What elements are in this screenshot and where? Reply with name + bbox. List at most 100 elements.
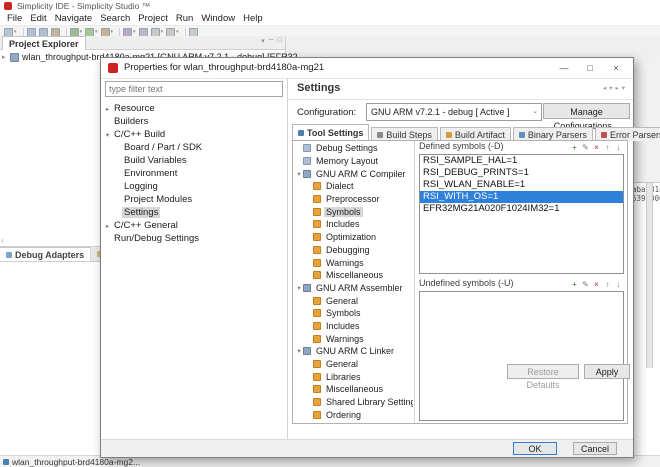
expand-icon[interactable]: ▸ <box>2 53 10 61</box>
tree-item-debug-settings[interactable]: Debug Settings <box>293 142 413 155</box>
move-down-icon[interactable]: ↓ <box>614 142 623 153</box>
tree-item-preprocessor[interactable]: Preprocessor <box>293 193 413 206</box>
tree-item-c-c-general[interactable]: ▸C/C++ General <box>101 219 287 232</box>
menu-run[interactable]: Run <box>172 13 197 24</box>
symbol-item-rsi-sample-hal-1[interactable]: RSI_SAMPLE_HAL=1 <box>420 155 623 167</box>
move-down-icon[interactable]: ↓ <box>614 279 623 290</box>
menu-edit[interactable]: Edit <box>26 13 50 24</box>
menu-file[interactable]: File <box>3 13 26 24</box>
edit-icon[interactable]: ✎ <box>581 279 590 290</box>
tree-item-dialect[interactable]: Dialect <box>293 180 413 193</box>
apply-button[interactable]: Apply <box>584 364 630 379</box>
view-menu-icon[interactable]: ▾ <box>261 37 265 45</box>
symbol-item-efr32mg21a020f1024im32-1[interactable]: EFR32MG21A020F1024IM32=1 <box>420 203 623 215</box>
undefined-symbols-list[interactable] <box>419 291 624 421</box>
tree-item-c-c-build[interactable]: ▾C/C++ Build <box>101 128 287 141</box>
cancel-button[interactable]: Cancel <box>573 442 617 455</box>
add-icon[interactable]: + <box>570 279 579 290</box>
delete-icon[interactable]: × <box>592 279 601 290</box>
defined-symbols-list[interactable]: RSI_SAMPLE_HAL=1RSI_DEBUG_PRINTS=1RSI_WL… <box>419 154 624 274</box>
tree-item-includes[interactable]: Includes <box>293 320 413 333</box>
editor-scrollbar[interactable] <box>646 183 653 368</box>
delete-icon[interactable]: × <box>592 142 601 153</box>
tree-item-gnu-arm-assembler[interactable]: ▾GNU ARM Assembler <box>293 282 413 295</box>
tree-item-label: C/C++ General <box>112 220 180 231</box>
configuration-select[interactable]: GNU ARM v7.2.1 - debug [ Active ] ⌄ <box>366 103 542 121</box>
menu-window[interactable]: Window <box>197 13 239 24</box>
ok-button[interactable]: OK <box>513 442 557 455</box>
symbol-item-rsi-wlan-enable-1[interactable]: RSI_WLAN_ENABLE=1 <box>420 179 623 191</box>
tree-item-libraries[interactable]: Libraries <box>293 370 413 383</box>
back-icon[interactable]: ◂ <box>603 84 606 92</box>
manage-configurations-button[interactable]: Manage Configurations... <box>543 103 630 119</box>
minimize-icon[interactable]: ─ <box>269 37 274 45</box>
expand-icon[interactable]: ▸ <box>103 105 112 113</box>
dialog-title: Properties for wlan_throughput-brd4180a-… <box>124 62 324 73</box>
tab-debug-adapters[interactable]: Debug Adapters <box>0 247 91 261</box>
tree-item-symbols[interactable]: Symbols <box>293 307 413 320</box>
tree-item-warnings[interactable]: Warnings <box>293 332 413 345</box>
expand-icon[interactable]: ▸ <box>103 222 112 230</box>
maximize-icon[interactable]: □ <box>278 37 282 45</box>
restore-defaults-button[interactable]: Restore Defaults <box>507 364 579 379</box>
tree-item-ordering[interactable]: Ordering <box>293 408 413 421</box>
tree-item-label: Preprocessor <box>324 194 382 204</box>
tree-item-symbols[interactable]: Symbols <box>293 205 413 218</box>
move-up-icon[interactable]: ↑ <box>603 279 612 290</box>
tool-tree-divider[interactable] <box>414 141 415 423</box>
tree-item-builders[interactable]: Builders <box>101 115 287 128</box>
chevron-down-icon: ▾ <box>176 29 179 35</box>
forward-icon[interactable]: ▸ <box>615 84 618 92</box>
filter-input[interactable] <box>105 81 283 97</box>
tab-project-explorer[interactable]: Project Explorer <box>2 36 86 50</box>
tree-item-general[interactable]: General <box>293 358 413 371</box>
menu-search[interactable]: Search <box>96 13 134 24</box>
tree-item-build-variables[interactable]: Build Variables <box>101 154 287 167</box>
tab-build-artifact[interactable]: Build Artifact <box>440 127 511 141</box>
tree-item-project-modules[interactable]: Project Modules <box>101 193 287 206</box>
leaf-icon <box>313 220 321 228</box>
menu-navigate[interactable]: Navigate <box>51 13 97 24</box>
back-menu-icon[interactable]: ▾ <box>609 84 612 92</box>
tree-item-optimization[interactable]: Optimization <box>293 231 413 244</box>
tree-item-shared-library-settings[interactable]: Shared Library Settings <box>293 396 413 409</box>
tree-item-miscellaneous[interactable]: Miscellaneous <box>293 269 413 282</box>
tree-item-gnu-arm-c-compiler[interactable]: ▾GNU ARM C Compiler <box>293 167 413 180</box>
tree-item-debugging[interactable]: Debugging <box>293 244 413 257</box>
tree-item-miscellaneous[interactable]: Miscellaneous <box>293 383 413 396</box>
page-icon <box>303 144 311 152</box>
tree-item-settings[interactable]: Settings <box>101 206 287 219</box>
symbol-item-rsi-debug-prints-1[interactable]: RSI_DEBUG_PRINTS=1 <box>420 167 623 179</box>
tree-item-warnings[interactable]: Warnings <box>293 256 413 269</box>
move-up-icon[interactable]: ↑ <box>603 142 612 153</box>
tab-tool-settings[interactable]: Tool Settings <box>292 124 369 141</box>
dialog-titlebar[interactable]: Properties for wlan_throughput-brd4180a-… <box>101 58 633 79</box>
maximize-icon[interactable]: □ <box>577 58 603 78</box>
tab-build-steps[interactable]: Build Steps <box>371 127 438 141</box>
collapse-icon[interactable]: ▾ <box>103 131 112 139</box>
tree-item-environment[interactable]: Environment <box>101 167 287 180</box>
forward-menu-icon[interactable]: ▾ <box>622 84 625 92</box>
menu-project[interactable]: Project <box>134 13 172 24</box>
tree-item-gnu-arm-c-linker[interactable]: ▾GNU ARM C Linker <box>293 345 413 358</box>
scroll-left-icon[interactable]: ‹ <box>1 236 4 245</box>
tree-item-includes[interactable]: Includes <box>293 218 413 231</box>
add-icon[interactable]: + <box>570 142 579 153</box>
tab-error-parsers[interactable]: Error Parsers <box>595 127 660 141</box>
tree-item-general[interactable]: General <box>293 294 413 307</box>
tree-item-logging[interactable]: Logging <box>101 180 287 193</box>
menu-help[interactable]: Help <box>239 13 267 24</box>
collapse-icon[interactable]: ▾ <box>295 347 303 355</box>
edit-icon[interactable]: ✎ <box>581 142 590 153</box>
minimize-icon[interactable]: — <box>551 58 577 78</box>
tree-item-run-debug-settings[interactable]: Run/Debug Settings <box>101 232 287 245</box>
tab-binary-parsers[interactable]: Binary Parsers <box>513 127 593 141</box>
close-icon[interactable]: × <box>603 58 629 78</box>
tree-item-memory-layout[interactable]: Memory Layout <box>293 155 413 168</box>
symbol-item-rsi-with-os-1[interactable]: RSI_WITH_OS=1 <box>420 191 623 203</box>
tree-item-board-part-sdk[interactable]: Board / Part / SDK <box>101 141 287 154</box>
collapse-icon[interactable]: ▾ <box>295 284 303 292</box>
tree-item-resource[interactable]: ▸Resource <box>101 102 287 115</box>
collapse-icon[interactable]: ▾ <box>295 170 303 178</box>
tree-item-label: Builders <box>112 116 150 127</box>
